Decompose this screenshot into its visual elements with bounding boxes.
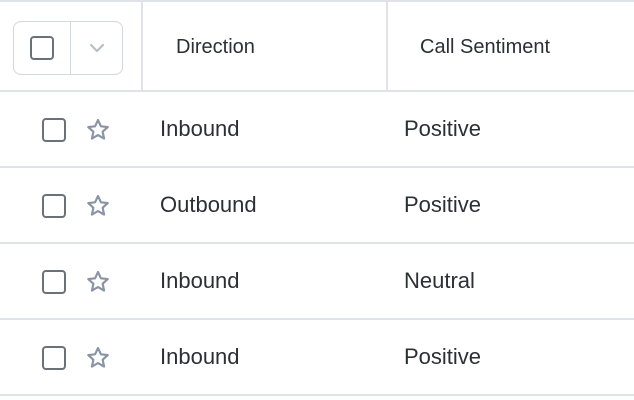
column-divider[interactable] xyxy=(141,2,143,92)
star-icon[interactable] xyxy=(85,345,111,371)
column-header-direction[interactable]: Direction xyxy=(176,2,255,92)
chevron-down-icon[interactable] xyxy=(87,38,107,58)
cell-direction: Outbound xyxy=(160,192,257,217)
bulk-select-control xyxy=(13,21,123,75)
row-checkbox[interactable] xyxy=(42,346,66,370)
cell-call-sentiment: Positive xyxy=(404,344,482,369)
cell-call-sentiment: Positive xyxy=(404,192,482,217)
row-checkbox[interactable] xyxy=(42,118,66,142)
cell-direction: Inbound xyxy=(160,268,240,293)
cell-direction: Inbound xyxy=(160,344,240,369)
row-checkbox[interactable] xyxy=(42,270,66,294)
cell-call-sentiment: Positive xyxy=(404,116,482,141)
select-all-checkbox-area[interactable] xyxy=(14,22,71,74)
star-icon[interactable] xyxy=(85,269,111,295)
row-checkbox[interactable] xyxy=(42,194,66,218)
cell-call-sentiment: Neutral xyxy=(404,268,475,293)
table-row[interactable]: Outbound Positive xyxy=(0,168,634,244)
bulk-select-dropdown[interactable] xyxy=(71,22,122,74)
table-row[interactable]: Inbound Positive xyxy=(0,92,634,168)
table-row[interactable]: Inbound Positive xyxy=(0,320,634,396)
table-header: Direction Call Sentiment xyxy=(0,0,634,92)
column-header-call-sentiment[interactable]: Call Sentiment xyxy=(420,2,550,92)
select-all-checkbox[interactable] xyxy=(30,36,54,60)
star-icon[interactable] xyxy=(85,117,111,143)
table-row[interactable]: Inbound Neutral xyxy=(0,244,634,320)
calls-table: Direction Call Sentiment Inbound Positiv… xyxy=(0,0,634,400)
star-icon[interactable] xyxy=(85,193,111,219)
cell-direction: Inbound xyxy=(160,116,240,141)
column-divider[interactable] xyxy=(386,2,388,92)
